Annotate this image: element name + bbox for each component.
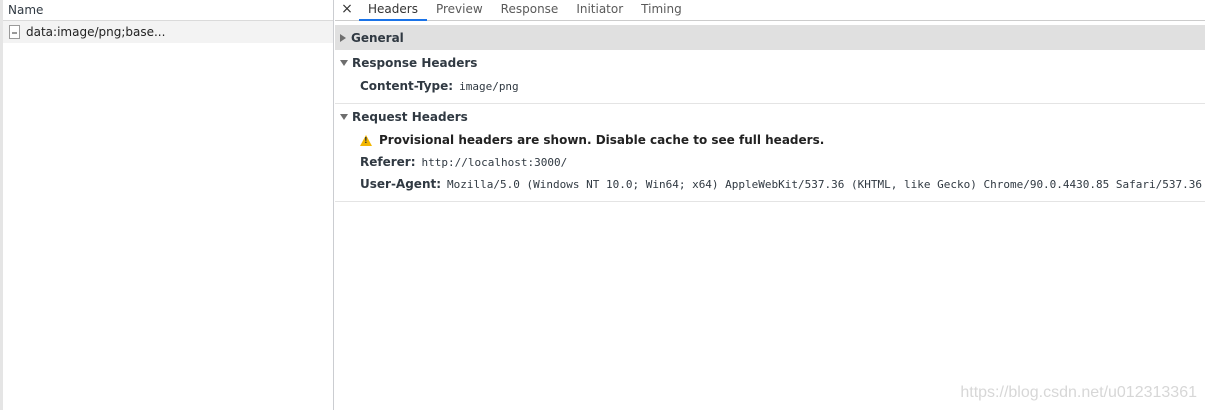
header-value: http://localhost:3000/ <box>421 155 568 169</box>
warning-icon <box>360 134 372 146</box>
response-headers-title: Response Headers <box>352 55 478 70</box>
watermark: https://blog.csdn.net/u012313361 <box>960 384 1197 401</box>
collapse-triangle-icon <box>340 113 348 120</box>
close-icon[interactable]: × <box>335 0 359 20</box>
header-key: Content-Type: <box>360 79 454 93</box>
tab-headers[interactable]: Headers <box>359 0 427 21</box>
details-tabbar: × Headers Preview Response Initiator Tim… <box>335 0 1205 21</box>
request-row[interactable]: data:image/png;base... <box>3 21 333 43</box>
response-headers-toggle[interactable]: Response Headers <box>335 50 1205 75</box>
general-section-title: General <box>351 30 404 45</box>
header-key: User-Agent: <box>360 177 442 191</box>
tab-preview[interactable]: Preview <box>427 0 492 20</box>
network-request-list: Name data:image/png;base... <box>0 0 334 410</box>
tab-initiator[interactable]: Initiator <box>567 0 632 20</box>
file-icon <box>9 25 20 39</box>
request-headers-toggle[interactable]: Request Headers <box>335 104 1205 129</box>
header-key: Referer: <box>360 155 416 169</box>
tab-timing[interactable]: Timing <box>632 0 691 20</box>
request-headers-title: Request Headers <box>352 109 468 124</box>
request-details-panel: × Headers Preview Response Initiator Tim… <box>335 0 1205 410</box>
collapse-triangle-icon <box>340 59 348 66</box>
header-row: User-Agent: Mozilla/5.0 (Windows NT 10.0… <box>335 173 1205 195</box>
general-section-toggle[interactable]: General <box>335 25 1205 50</box>
header-row: Content-Type: image/png <box>335 75 1205 97</box>
request-name: data:image/png;base... <box>26 25 166 39</box>
request-headers-section: Request Headers Provisional headers are … <box>335 104 1205 202</box>
header-value: Mozilla/5.0 (Windows NT 10.0; Win64; x64… <box>447 177 1203 191</box>
expand-triangle-icon <box>340 33 346 42</box>
name-column-header[interactable]: Name <box>3 0 333 21</box>
response-headers-section: Response Headers Content-Type: image/png <box>335 50 1205 104</box>
tab-response[interactable]: Response <box>492 0 568 20</box>
provisional-headers-warning: Provisional headers are shown. Disable c… <box>335 129 1205 151</box>
header-row: Referer: http://localhost:3000/ <box>335 151 1205 173</box>
header-value: image/png <box>459 79 519 93</box>
warning-text: Provisional headers are shown. Disable c… <box>379 133 825 147</box>
